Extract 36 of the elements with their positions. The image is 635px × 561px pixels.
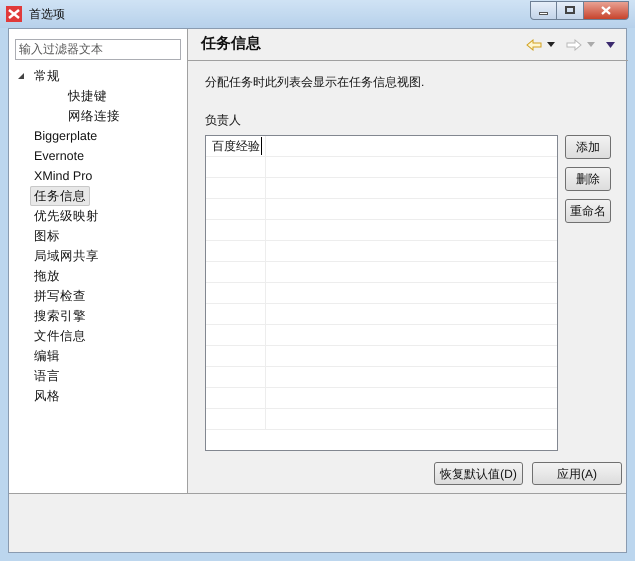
page-title: 任务信息 xyxy=(201,34,261,54)
tree-item[interactable]: 编辑 xyxy=(30,346,64,366)
expand-arrow-icon[interactable] xyxy=(17,72,25,80)
tree-item[interactable]: 图标 xyxy=(30,226,64,246)
tree-item[interactable]: Biggerplate xyxy=(30,126,102,146)
tree-item[interactable]: 语言 xyxy=(30,366,64,386)
minimize-button[interactable] xyxy=(530,0,557,20)
dialog-button[interactable]: 应用(A) xyxy=(532,462,622,485)
tree-item[interactable]: Evernote xyxy=(30,146,88,166)
tree-item[interactable]: 搜索引擎 xyxy=(30,306,90,326)
tree-item[interactable]: 常规 xyxy=(30,66,64,86)
close-button[interactable] xyxy=(583,0,629,20)
maximize-button[interactable] xyxy=(557,0,583,20)
tree-item[interactable]: 局域网共享 xyxy=(30,246,103,266)
list-action-button[interactable]: 重命名 xyxy=(565,199,611,223)
tree-item[interactable]: 网络连接 xyxy=(64,106,124,126)
app-logo-icon xyxy=(6,6,22,22)
tree-item[interactable]: 拖放 xyxy=(30,266,64,286)
tree-item[interactable]: 文件信息 xyxy=(30,326,90,346)
tree-item[interactable]: 快捷键 xyxy=(64,86,111,106)
description-text: 分配任务时此列表会显示在任务信息视图. xyxy=(205,74,426,91)
tree-item[interactable]: 风格 xyxy=(30,386,64,406)
tree-item[interactable]: 拼写检查 xyxy=(30,286,90,306)
list-cell[interactable]: 百度经验 xyxy=(212,137,262,155)
list-label: 负责人 xyxy=(205,112,242,129)
filter-field[interactable]: 输入过滤器文本 xyxy=(15,38,181,60)
tree-item[interactable]: 任务信息 xyxy=(30,186,90,206)
tree-item[interactable]: 优先级映射 xyxy=(30,206,103,226)
view-menu-icon[interactable] xyxy=(606,42,615,48)
tree-item[interactable]: XMind Pro xyxy=(30,166,96,186)
dropdown-icon[interactable] xyxy=(547,42,555,47)
list-action-button[interactable]: 添加 xyxy=(565,135,611,159)
list-action-button[interactable]: 删除 xyxy=(565,167,611,191)
close-icon xyxy=(601,6,611,14)
dialog-button[interactable]: 恢复默认值(D) xyxy=(434,462,523,485)
window-title: 首选项 xyxy=(29,6,65,23)
